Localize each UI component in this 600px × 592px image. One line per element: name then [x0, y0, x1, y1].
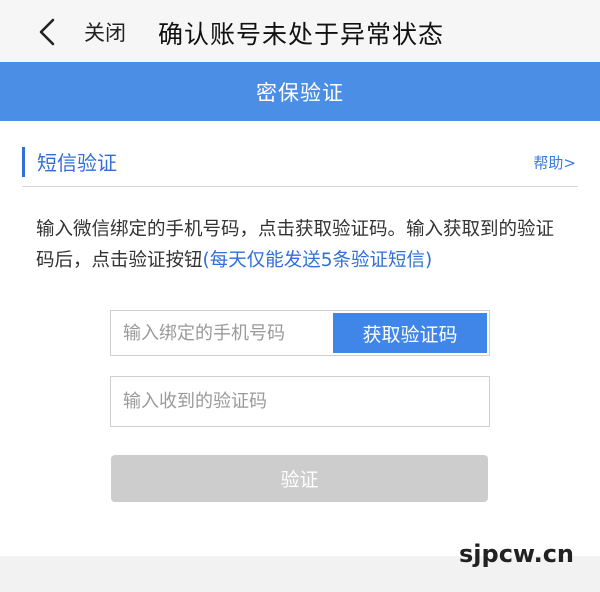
help-link[interactable]: 帮助>: [533, 152, 576, 173]
close-link[interactable]: 关闭: [84, 17, 126, 47]
instructions-limit-note: (每天仅能发送5条验证短信): [202, 250, 433, 271]
phone-input-row: 获取验证码: [110, 310, 490, 356]
phone-number-input[interactable]: [111, 311, 329, 355]
page-title: 确认账号未处于异常状态: [158, 20, 445, 49]
verify-button[interactable]: 验证: [111, 455, 488, 502]
section-header: 密保验证: [0, 62, 600, 121]
title-accent-bar: [22, 147, 25, 177]
watermark: sjpcw.cn: [459, 540, 574, 568]
card-header: 短信验证 帮助>: [22, 145, 578, 187]
verification-code-input[interactable]: [110, 376, 490, 427]
sms-verification-card: 短信验证 帮助> 输入微信绑定的手机号码，点击获取验证码。输入获取到的验证码后，…: [0, 121, 600, 556]
section-title: 密保验证: [256, 80, 344, 105]
card-title: 短信验证: [37, 151, 117, 175]
get-code-button[interactable]: 获取验证码: [333, 313, 487, 353]
instructions-text: 输入微信绑定的手机号码，点击获取验证码。输入获取到的验证码后，点击验证按钮(每天…: [36, 214, 571, 276]
chevron-left-icon[interactable]: [34, 16, 62, 48]
nav-bar: 关闭 确认账号未处于异常状态: [0, 0, 600, 62]
